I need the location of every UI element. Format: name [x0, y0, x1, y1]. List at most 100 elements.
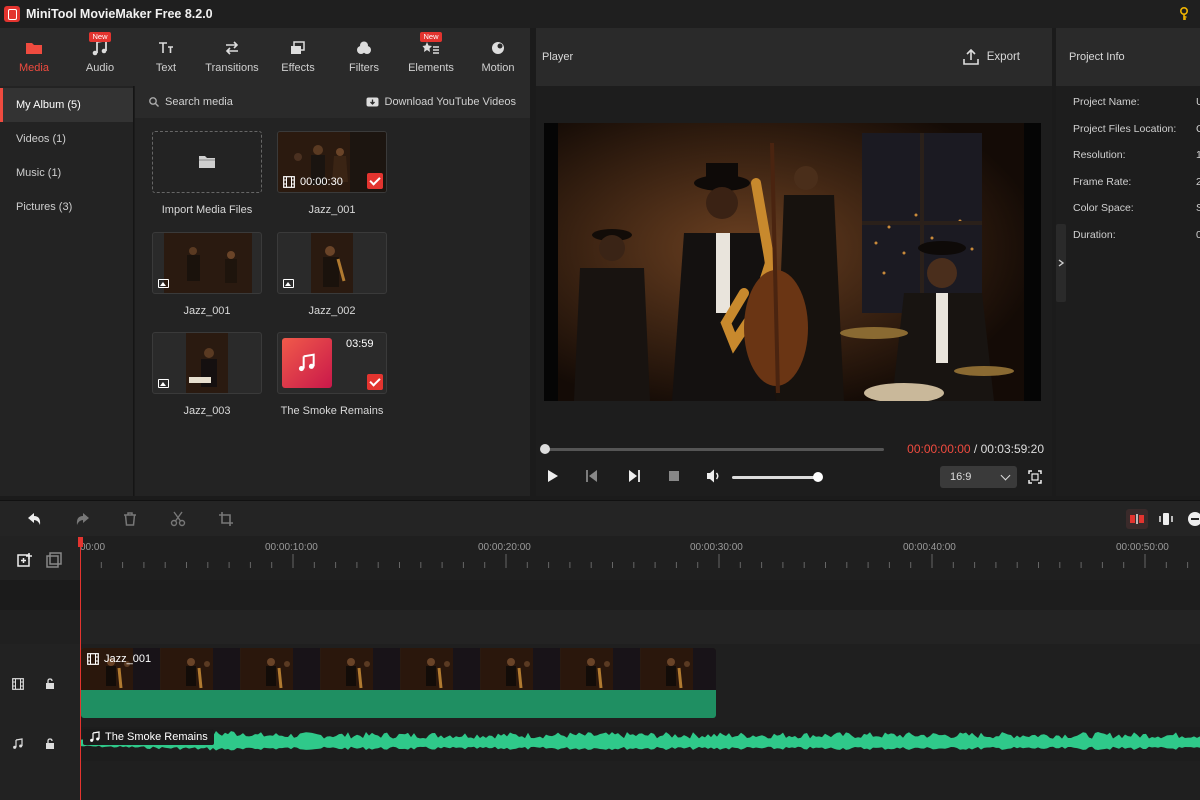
zoom-out-icon[interactable] — [1187, 511, 1200, 527]
sidebar-item-music[interactable]: Music (1) — [0, 156, 133, 190]
tile-label: Jazz_001 — [308, 204, 356, 216]
info-label: Color Space: — [1073, 202, 1134, 214]
current-time: 00:00:00:00 — [907, 442, 971, 456]
clip-frame — [161, 648, 240, 690]
tab-media[interactable]: Media — [0, 28, 68, 86]
add-track-icon[interactable] — [17, 552, 33, 568]
aspect-ratio-value: 16:9 — [950, 471, 972, 483]
unlock-icon[interactable] — [45, 678, 55, 690]
audio-clip-name: The Smoke Remains — [105, 731, 208, 743]
download-youtube-button[interactable]: Download YouTube Videos — [366, 96, 516, 108]
chevron-right-icon — [1058, 259, 1065, 267]
volume-handle[interactable] — [813, 472, 823, 482]
ruler-label: 00:00 — [80, 542, 106, 553]
music-note-icon — [90, 731, 100, 742]
main-toolbar: Media New Audio Text Transitions Effects… — [0, 28, 530, 86]
clip-frame — [561, 648, 640, 690]
media-tile-image[interactable]: Jazz_001 — [152, 232, 262, 317]
tab-label: Motion — [481, 62, 515, 74]
playhead[interactable] — [80, 538, 81, 800]
scissors-icon[interactable] — [170, 511, 186, 527]
playhead-handle[interactable] — [78, 537, 83, 547]
unlock-icon[interactable] — [45, 738, 55, 750]
new-badge: New — [89, 32, 111, 42]
info-value: S — [1196, 202, 1200, 214]
undo-icon[interactable] — [26, 511, 42, 527]
video-clip[interactable]: Jazz_001 — [81, 648, 716, 718]
info-value: C — [1196, 123, 1200, 135]
audio-clip-label: The Smoke Remains — [83, 729, 214, 745]
seek-handle[interactable] — [540, 444, 550, 454]
tab-elements[interactable]: New Elements — [396, 28, 466, 86]
timeline-ruler[interactable]: 00:00 00:00:10:00 00:00:20:00 00:00:30:0… — [80, 536, 1200, 580]
jazz-image-thumbnail — [164, 233, 252, 293]
empty-track-lane[interactable] — [80, 610, 1200, 644]
ruler-label: 00:00:10:00 — [265, 542, 318, 553]
media-tile-image[interactable]: Jazz_002 — [277, 232, 387, 317]
tab-transitions[interactable]: Transitions — [200, 28, 264, 86]
delete-icon[interactable] — [122, 511, 138, 527]
video-preview[interactable] — [544, 123, 1041, 401]
volume-icon[interactable] — [706, 468, 722, 484]
media-sidebar: My Album (5) Videos (1) Music (1) Pictur… — [0, 86, 134, 496]
project-info-panel: Project Info Project Name: U Project Fil… — [1056, 28, 1200, 496]
redo-icon[interactable] — [75, 511, 91, 527]
video-thumbnail: 00:00:30 — [277, 131, 387, 193]
player-header: Player Export — [536, 28, 1052, 86]
tab-audio[interactable]: New Audio — [68, 28, 132, 86]
info-label: Resolution: — [1073, 149, 1126, 161]
audio-track-header — [0, 722, 80, 800]
search-media[interactable]: Search media — [149, 96, 233, 108]
music-cover — [282, 338, 332, 388]
search-media-label: Search media — [165, 96, 233, 108]
split-audio-icon[interactable] — [1158, 511, 1174, 527]
time-separator: / — [970, 442, 981, 456]
stop-icon[interactable] — [666, 468, 682, 484]
timecode-display: 00:00:00:00 / 00:03:59:20 — [907, 442, 1044, 456]
media-tile-video[interactable]: 00:00:30 Jazz_001 — [277, 131, 387, 216]
image-thumbnail — [152, 232, 262, 294]
jazz-band-frame — [544, 123, 1041, 401]
checkmark-icon — [367, 173, 383, 189]
tab-effects[interactable]: Effects — [264, 28, 332, 86]
seek-bar[interactable] — [540, 444, 884, 454]
film-icon — [12, 678, 24, 690]
snap-toggle[interactable] — [1126, 509, 1148, 529]
info-label: Frame Rate: — [1073, 176, 1132, 188]
import-dropzone[interactable] — [152, 131, 262, 193]
sidebar-item-videos[interactable]: Videos (1) — [0, 122, 133, 156]
remove-track-icon[interactable] — [46, 552, 62, 568]
audio-waveform[interactable] — [81, 727, 1200, 761]
volume-slider[interactable] — [732, 472, 823, 482]
media-tile-music[interactable]: 03:59 The Smoke Remains — [277, 332, 387, 417]
music-duration: 03:59 — [346, 338, 374, 350]
aspect-ratio-select[interactable]: 16:9 — [940, 466, 1017, 488]
jazz-image-thumbnail — [186, 333, 228, 393]
tab-motion[interactable]: Motion — [466, 28, 530, 86]
tab-text[interactable]: Text — [132, 28, 200, 86]
info-label: Project Name: — [1073, 96, 1140, 108]
play-icon[interactable] — [544, 468, 560, 484]
fullscreen-icon[interactable] — [1028, 470, 1042, 484]
import-media-tile[interactable]: Import Media Files — [152, 131, 262, 216]
tab-filters[interactable]: Filters — [332, 28, 396, 86]
collapse-panel-button[interactable] — [1056, 224, 1066, 302]
sidebar-item-pictures[interactable]: Pictures (3) — [0, 190, 133, 224]
media-tile-image[interactable]: Jazz_003 — [152, 332, 262, 417]
key-icon[interactable] — [1178, 7, 1190, 21]
video-duration: 00:00:30 — [300, 176, 343, 188]
folder-icon — [26, 43, 42, 54]
export-button[interactable]: Export — [962, 49, 1020, 65]
motion-icon — [492, 42, 504, 54]
chevron-down-icon — [1000, 470, 1011, 481]
track-header-empty — [0, 610, 80, 644]
next-frame-icon[interactable] — [626, 468, 642, 484]
crop-icon[interactable] — [218, 511, 234, 527]
info-value: U — [1196, 96, 1200, 108]
sidebar-item-my-album[interactable]: My Album (5) — [0, 88, 133, 122]
previous-frame-icon[interactable] — [584, 468, 600, 484]
image-thumbnail — [277, 232, 387, 294]
tile-label: Import Media Files — [161, 204, 253, 216]
video-clip-name: Jazz_001 — [104, 653, 152, 665]
clip-frame — [241, 648, 320, 690]
